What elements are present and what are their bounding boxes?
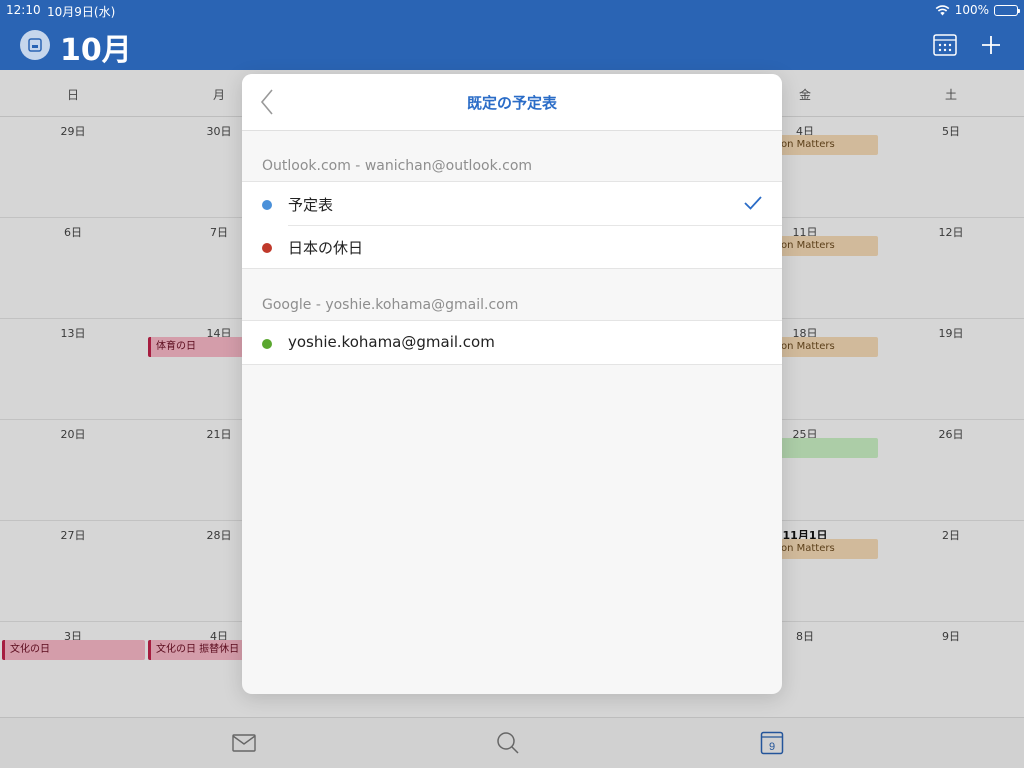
app-header: 12:10 10月9日(水) 100% 10月 (0, 0, 1024, 70)
default-calendar-sheet: 既定の予定表 Outlook.com - wanichan@outlook.co… (242, 74, 782, 694)
account-section-label: Google - yoshie.kohama@gmail.com (262, 297, 519, 313)
calendar-color-dot (262, 200, 272, 210)
calendar-view-button[interactable] (932, 32, 958, 58)
calendar-color-dot (262, 339, 272, 349)
account-calendar-list: yoshie.kohama@gmail.com (242, 320, 782, 365)
sheet-header: 既定の予定表 (242, 74, 782, 131)
calendar-option-label: 予定表 (288, 196, 334, 214)
status-bar: 12:10 10月9日(水) 100% (6, 3, 1020, 19)
status-date: 10月9日(水) (47, 5, 116, 19)
calendar-color-dot (262, 243, 272, 253)
calendar-option-label: yoshie.kohama@gmail.com (288, 333, 495, 351)
sheet-title: 既定の予定表 (466, 94, 557, 112)
add-event-button[interactable] (978, 32, 1004, 58)
calendar-grid-icon (933, 34, 957, 56)
status-time: 12:10 (6, 3, 41, 17)
checkmark-icon (744, 196, 762, 210)
battery-icon (994, 4, 1020, 16)
month-title[interactable]: 10月 (60, 25, 132, 69)
calendar-option[interactable]: 予定表 (242, 182, 782, 225)
calendar-option[interactable]: 日本の休日 (242, 225, 782, 268)
battery-percent: 100% (954, 3, 989, 17)
calendar-option-label: 日本の休日 (288, 239, 364, 257)
account-calendar-list: 予定表 日本の休日 (242, 181, 782, 269)
account-avatar-button[interactable] (20, 30, 50, 60)
calendar-option[interactable]: yoshie.kohama@gmail.com (242, 321, 782, 364)
account-section-label: Outlook.com - wanichan@outlook.com (262, 158, 533, 174)
calendar-account-icon (28, 38, 42, 52)
wifi-icon (935, 4, 950, 15)
plus-icon (982, 36, 1000, 54)
